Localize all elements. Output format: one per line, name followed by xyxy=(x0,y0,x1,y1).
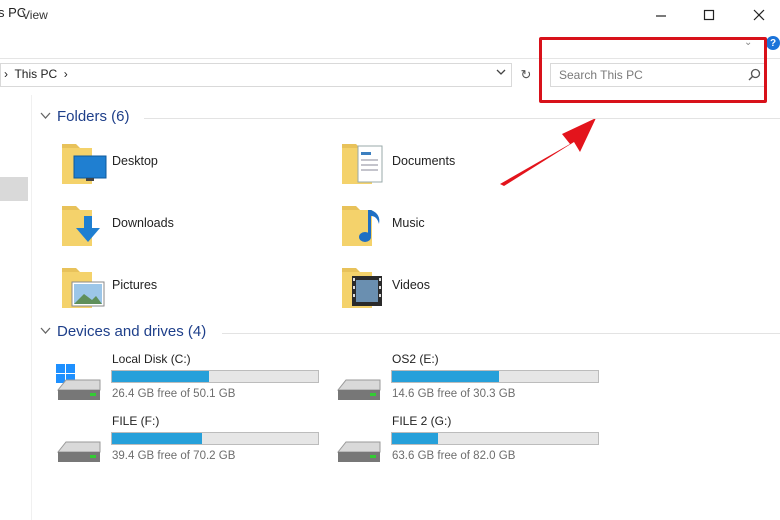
drive-usage-fill xyxy=(112,371,210,382)
group-divider xyxy=(222,333,780,334)
group-divider xyxy=(144,118,780,119)
folder-label: Desktop xyxy=(112,154,158,168)
folder-label: Pictures xyxy=(112,278,158,292)
drive-label: FILE 2 (G:) xyxy=(392,414,452,428)
collapse-chevron-icon xyxy=(40,326,51,338)
nav-divider xyxy=(31,95,32,520)
close-button[interactable] xyxy=(736,0,780,30)
documents-folder-icon xyxy=(342,144,383,184)
maximize-button[interactable] xyxy=(686,0,732,30)
close-icon xyxy=(753,9,765,21)
drive-usage-bar xyxy=(111,370,319,383)
minimize-button[interactable] xyxy=(638,0,684,30)
folder-item-desktop[interactable]: Desktop xyxy=(60,140,280,186)
search-highlight-box xyxy=(539,37,767,103)
drive-free-space: 39.4 GB free of 70.2 GB xyxy=(112,450,236,462)
drive-free-space: 63.6 GB free of 82.0 GB xyxy=(392,450,516,462)
folder-item-downloads[interactable]: Downloads xyxy=(60,202,280,248)
drive-icon xyxy=(336,379,381,400)
drive-label: OS2 (E:) xyxy=(392,352,439,366)
drive-icon xyxy=(56,441,101,462)
maximize-icon xyxy=(703,9,715,21)
folder-label: Downloads xyxy=(112,216,174,230)
tab-view[interactable]: View xyxy=(22,8,48,22)
videos-folder-icon xyxy=(342,268,382,308)
nav-selected-item[interactable] xyxy=(0,177,28,201)
drive-icon xyxy=(336,441,381,462)
drive-usage-bar xyxy=(391,370,599,383)
folder-label: Music xyxy=(392,216,425,230)
refresh-icon: ↻ xyxy=(520,67,532,82)
downloads-folder-icon xyxy=(62,206,100,246)
collapse-chevron-icon xyxy=(40,111,51,123)
drive-label: FILE (F:) xyxy=(112,414,160,428)
drive-usage-bar xyxy=(111,432,319,445)
folder-item-documents[interactable]: Documents xyxy=(340,140,560,186)
drive-usage-fill xyxy=(392,371,499,382)
drive-item-g[interactable]: FILE 2 (G:) 63.6 GB free of 82.0 GB xyxy=(334,412,604,466)
local-disk-icon xyxy=(56,364,101,400)
drive-item-e[interactable]: OS2 (E:) 14.6 GB free of 30.3 GB xyxy=(334,350,604,404)
folder-label: Documents xyxy=(392,154,456,168)
folder-item-videos[interactable]: Videos xyxy=(340,264,560,310)
drive-free-space: 14.6 GB free of 30.3 GB xyxy=(392,388,516,400)
address-bar[interactable] xyxy=(0,63,512,87)
drives-group-title: Devices and drives (4) xyxy=(57,323,207,340)
music-folder-icon xyxy=(342,206,380,246)
drive-usage-bar xyxy=(391,432,599,445)
minimize-icon xyxy=(656,15,666,17)
drive-item-f[interactable]: FILE (F:) 39.4 GB free of 70.2 GB xyxy=(54,412,324,466)
drive-usage-fill xyxy=(392,433,439,444)
folder-label: Videos xyxy=(392,278,430,292)
folders-group-header[interactable]: Folders (6) xyxy=(40,108,130,125)
drives-group-header[interactable]: Devices and drives (4) xyxy=(40,323,206,340)
folder-item-pictures[interactable]: Pictures xyxy=(60,264,280,310)
address-dropdown-icon[interactable] xyxy=(496,67,506,80)
drive-usage-fill xyxy=(112,433,203,444)
drive-label: Local Disk (C:) xyxy=(112,352,191,366)
folders-group-title: Folders (6) xyxy=(57,108,130,125)
refresh-button[interactable]: ↻ xyxy=(516,64,536,86)
help-icon[interactable]: ? xyxy=(766,36,780,50)
pictures-folder-icon xyxy=(62,268,105,308)
breadcrumb[interactable]: › This PC › xyxy=(4,67,68,81)
folder-item-music[interactable]: Music xyxy=(340,202,560,248)
desktop-folder-icon xyxy=(62,144,107,184)
drive-free-space: 26.4 GB free of 50.1 GB xyxy=(112,388,236,400)
drive-item-c[interactable]: Local Disk (C:) 26.4 GB free of 50.1 GB xyxy=(54,350,324,404)
